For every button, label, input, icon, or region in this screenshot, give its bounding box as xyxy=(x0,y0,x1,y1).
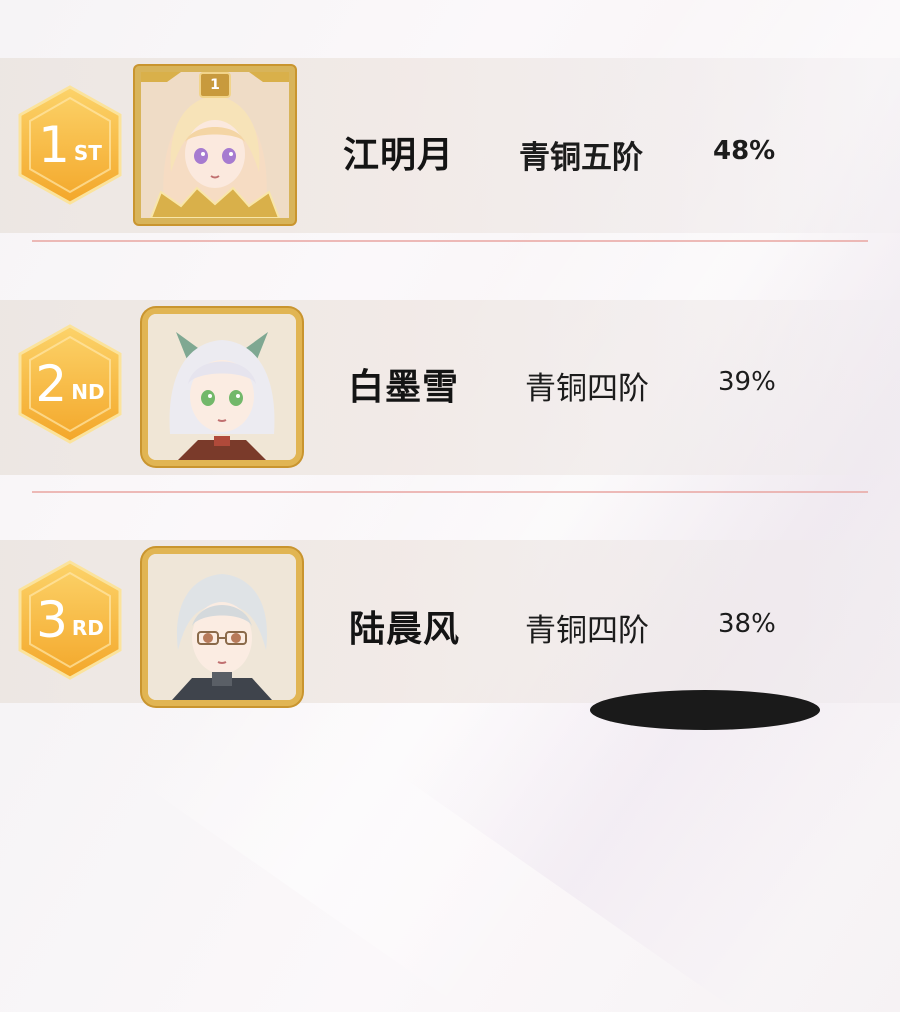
percent-value: 39% xyxy=(718,367,776,397)
rank-suffix: ND xyxy=(71,380,105,404)
white-haired-girl-avatar-icon xyxy=(148,314,296,460)
avatar-frame-1[interactable]: 1 xyxy=(135,66,295,224)
rank-title: 青铜五阶 xyxy=(519,140,643,176)
rank-badge-2: 2 ND xyxy=(16,323,124,445)
rank-number: 3 xyxy=(36,591,68,649)
row-divider xyxy=(32,240,868,242)
percent-value: 38% xyxy=(718,609,776,639)
rank-suffix: ST xyxy=(73,141,102,165)
avatar-frame-3[interactable] xyxy=(142,548,302,706)
leaderboard-row-1[interactable]: 1 ST 1 江明月 青铜五阶 48% xyxy=(0,58,900,233)
rank-badge-1: 1 ST xyxy=(16,84,124,206)
rank-number: 2 xyxy=(35,355,68,413)
player-name: 江明月 xyxy=(343,135,455,176)
rank-title: 青铜四阶 xyxy=(525,371,649,407)
row-divider xyxy=(32,491,868,493)
player-name: 陆晨风 xyxy=(349,609,461,650)
frame-rank-chip: 1 xyxy=(199,72,231,98)
leaderboard-row-3[interactable]: 3 RD 陆晨风 青铜四阶 38% xyxy=(0,540,900,706)
percent-value: 48% xyxy=(713,136,776,166)
leaderboard-row-2[interactable]: 2 ND 白墨雪 青铜四阶 39% xyxy=(0,300,900,475)
avatar-frame-2[interactable] xyxy=(142,308,302,466)
rank-badge-3: 3 RD xyxy=(16,559,124,681)
silver-haired-boy-avatar-icon xyxy=(148,554,296,700)
player-name: 白墨雪 xyxy=(348,367,460,408)
bottom-dark-shape xyxy=(590,690,820,730)
rank-number: 1 xyxy=(38,116,70,174)
rank-suffix: RD xyxy=(71,616,104,640)
rank-title: 青铜四阶 xyxy=(525,613,649,649)
